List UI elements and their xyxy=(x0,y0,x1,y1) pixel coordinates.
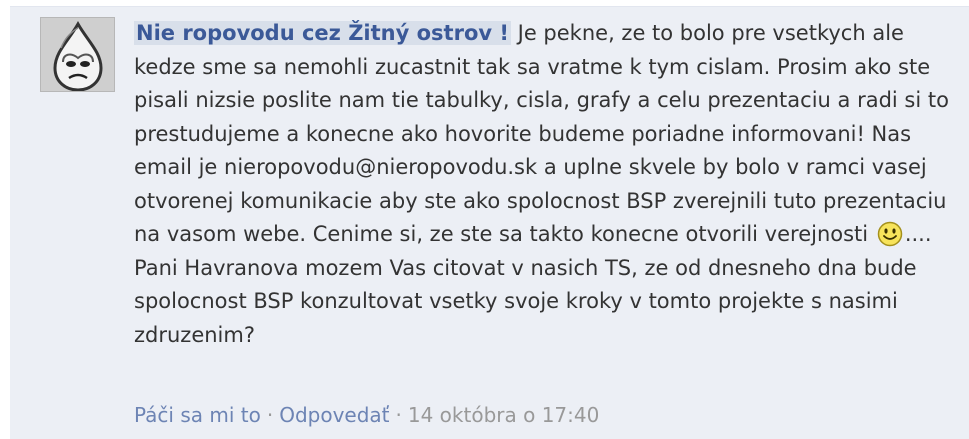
comment: Nie ropovodu cez Žitný ostrov ! Je pekne… xyxy=(10,6,969,439)
comment-text-part1: Je pekne, ze to bolo pre vsetkych ale ke… xyxy=(134,21,949,246)
comment-timestamp[interactable]: 14 októbra o 17:40 xyxy=(408,403,599,427)
comment-frame: Nie ropovodu cez Žitný ostrov ! Je pekne… xyxy=(0,0,969,439)
avatar[interactable] xyxy=(40,17,115,92)
comment-author-link[interactable]: Nie ropovodu cez Žitný ostrov ! xyxy=(134,21,511,45)
like-link[interactable]: Páči sa mi to xyxy=(134,403,261,427)
comment-actions: Páči sa mi to · Odpovedať · 14 októbra o 17:… xyxy=(134,400,599,430)
comment-body: Nie ropovodu cez Žitný ostrov ! Je pekne… xyxy=(134,17,964,352)
smiley-icon xyxy=(877,221,903,247)
reply-link[interactable]: Odpovedať xyxy=(279,403,389,427)
separator-dot: · xyxy=(266,403,274,427)
separator-dot: · xyxy=(395,403,402,427)
profile-picture-icon xyxy=(41,18,114,91)
